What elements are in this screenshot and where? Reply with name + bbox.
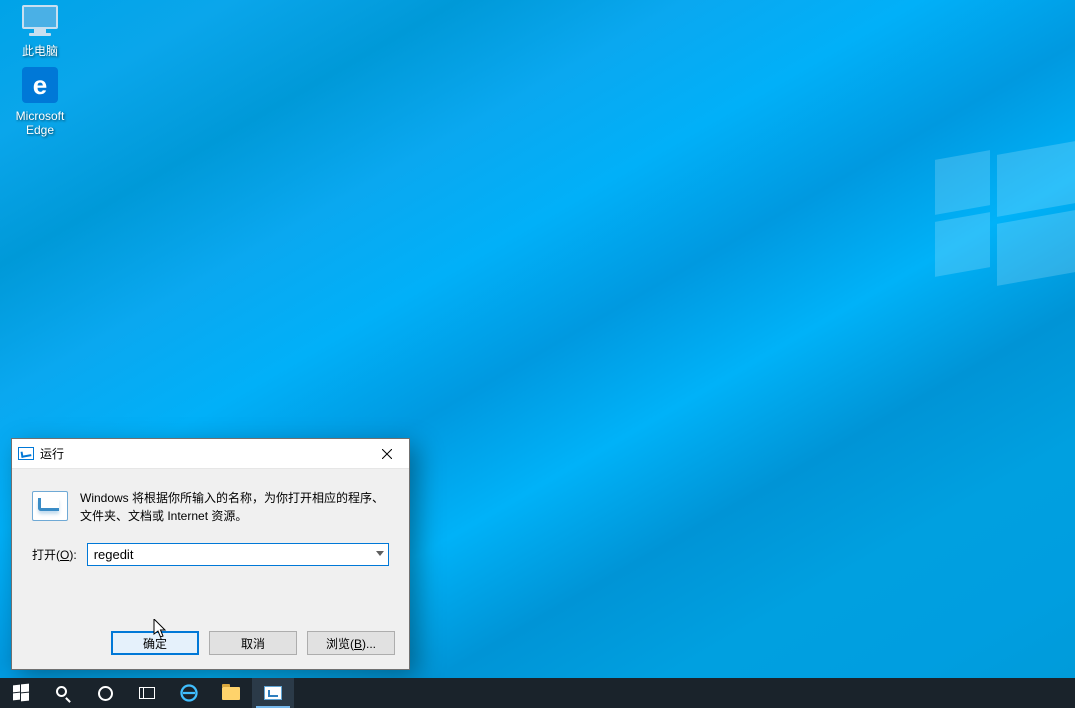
chevron-down-icon[interactable] (376, 551, 384, 556)
ok-button[interactable]: 确定 (111, 631, 199, 655)
edge-taskbar[interactable] (168, 678, 210, 708)
desktop[interactable]: 此电脑 e Microsoft Edge 运行 Windows 将根据你所输入的… (0, 0, 1075, 708)
task-view-icon (139, 687, 155, 699)
desktop-icon-edge[interactable]: e Microsoft Edge (0, 65, 80, 137)
open-combobox[interactable] (87, 543, 389, 566)
close-icon (382, 449, 392, 459)
edge-icon (180, 684, 198, 702)
window-title: 运行 (40, 445, 364, 462)
run-dialog: 运行 Windows 将根据你所输入的名称，为你打开相应的程序、文件夹、文档或 … (11, 438, 410, 670)
windows-logo-icon (13, 685, 29, 701)
search-button[interactable] (42, 678, 84, 708)
wallpaper-windows-logo (935, 155, 1075, 405)
monitor-icon (20, 0, 60, 40)
folder-icon (222, 687, 240, 700)
desktop-icon-label: 此电脑 (0, 44, 80, 58)
explorer-taskbar[interactable] (210, 678, 252, 708)
run-icon (18, 447, 34, 460)
taskview-button[interactable] (126, 678, 168, 708)
browse-button[interactable]: 浏览(B)... (307, 631, 395, 655)
cortana-icon (98, 686, 113, 701)
run-description: Windows 将根据你所输入的名称，为你打开相应的程序、文件夹、文档或 Int… (80, 489, 389, 525)
titlebar[interactable]: 运行 (12, 439, 409, 469)
open-input[interactable] (88, 544, 368, 565)
taskbar (0, 678, 1075, 708)
desktop-icon-this-pc[interactable]: 此电脑 (0, 0, 80, 58)
start-button[interactable] (0, 678, 42, 708)
cancel-button[interactable]: 取消 (209, 631, 297, 655)
desktop-icon-label: Microsoft Edge (0, 109, 80, 137)
edge-icon: e (20, 65, 60, 105)
run-taskbar[interactable] (252, 678, 294, 708)
run-icon (264, 686, 282, 700)
open-label: 打开(O): (32, 546, 77, 563)
run-large-icon (32, 491, 68, 521)
close-button[interactable] (364, 439, 409, 469)
cortana-button[interactable] (84, 678, 126, 708)
search-icon (56, 686, 71, 701)
